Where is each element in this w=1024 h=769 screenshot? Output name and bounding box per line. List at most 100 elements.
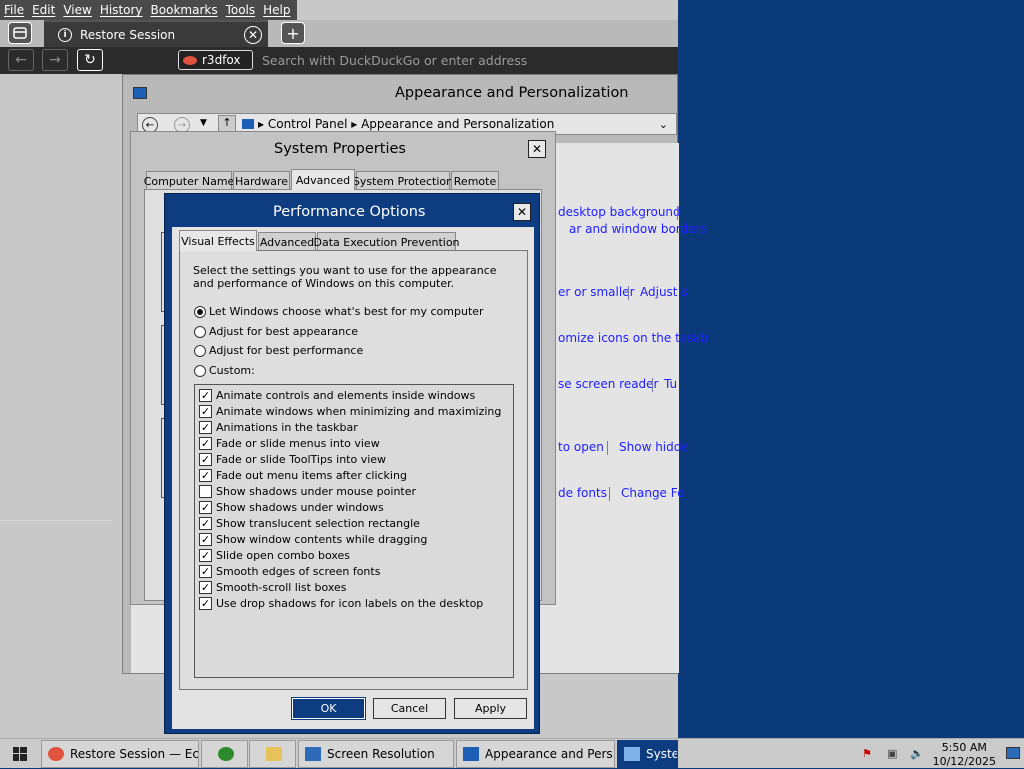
dialog-body: Visual Effects Advanced Data Execution P…: [172, 227, 534, 729]
crumb-control-panel[interactable]: Control Panel: [268, 117, 348, 131]
link-taskbar-icons[interactable]: omize icons on the taskb: [558, 331, 708, 345]
flag-warning-icon[interactable]: ⚑: [862, 747, 876, 761]
taskbar-item-screen-resolution[interactable]: Screen Resolution: [298, 740, 454, 768]
identity-label: r3dfox: [202, 53, 241, 67]
volume-muted-icon[interactable]: 🔈: [910, 747, 924, 761]
link-show-hidden[interactable]: Show hidde: [619, 440, 689, 454]
link-smaller[interactable]: er or smaller: [558, 285, 635, 299]
separator: [609, 487, 610, 501]
tab-list-icon[interactable]: [8, 22, 32, 44]
network-icon[interactable]: ▣: [887, 747, 901, 761]
effect-checkbox[interactable]: ✓ Show window contents while dragging: [199, 533, 427, 546]
effect-checkbox[interactable]: ✓ Show shadows under windows: [199, 501, 384, 514]
taskbar-item-label: Appearance and Pers...: [485, 747, 615, 761]
effect-label: Fade or slide menus into view: [216, 437, 380, 450]
identity-pill[interactable]: r3dfox: [178, 50, 253, 70]
radio-dot: [194, 305, 206, 318]
separator: [628, 286, 629, 300]
effect-checkbox[interactable]: ✓ Slide open combo boxes: [199, 549, 350, 562]
reload-icon[interactable]: ↻: [77, 49, 103, 71]
effects-list: ✓ Animate controls and elements inside wi…: [194, 384, 514, 678]
link-change-font[interactable]: Change Fo: [621, 486, 685, 500]
taskbar-item-globe[interactable]: [201, 740, 248, 768]
ok-button[interactable]: OK: [291, 697, 366, 720]
close-tab-icon[interactable]: ✕: [244, 26, 262, 44]
tab-advanced[interactable]: Advanced: [291, 169, 355, 190]
effect-label: Animate windows when minimizing and maxi…: [216, 405, 502, 418]
tab-hardware[interactable]: Hardware: [233, 171, 290, 190]
effect-label: Show translucent selection rectangle: [216, 517, 420, 530]
chevron-down-icon[interactable]: ⌄: [659, 118, 668, 131]
close-icon[interactable]: ✕: [513, 203, 531, 221]
menu-bookmarks[interactable]: Bookmarks: [151, 3, 218, 17]
radio-best-performance[interactable]: Adjust for best performance: [194, 344, 363, 357]
radio-let-windows-choose[interactable]: Let Windows choose what's best for my co…: [194, 305, 484, 318]
show-desktop-icon[interactable]: [1006, 747, 1020, 759]
effect-checkbox[interactable]: ✓ Animations in the taskbar: [199, 421, 358, 434]
radio-best-appearance[interactable]: Adjust for best appearance: [194, 325, 358, 338]
effect-checkbox[interactable]: ✓ Use drop shadows for icon labels on the…: [199, 597, 483, 610]
link-desktop-background[interactable]: desktop background: [558, 205, 681, 219]
tab-visual-effects[interactable]: Visual Effects: [179, 230, 257, 251]
menu-help[interactable]: Help: [263, 3, 290, 17]
menu-history[interactable]: History: [100, 3, 143, 17]
link-adjust[interactable]: Adjust s: [640, 285, 688, 299]
radio-custom[interactable]: Custom:: [194, 364, 255, 377]
separator: [677, 206, 678, 220]
separator: [652, 378, 653, 392]
effect-checkbox[interactable]: ✓ Fade or slide menus into view: [199, 437, 380, 450]
effect-checkbox[interactable]: Show shadows under mouse pointer: [199, 485, 416, 498]
checkmark-icon: ✓: [199, 421, 212, 434]
taskbar-item-label: Syster: [646, 747, 677, 761]
menu-edit[interactable]: Edit: [32, 3, 55, 17]
back-icon[interactable]: ←: [8, 49, 34, 71]
menu-tools[interactable]: Tools: [226, 3, 256, 17]
recent-pages-icon[interactable]: ▼: [200, 118, 207, 128]
link-screen-reader[interactable]: se screen reader: [558, 377, 659, 391]
link-fonts[interactable]: de fonts: [558, 486, 607, 500]
checkmark-icon: ✓: [199, 549, 212, 562]
effect-checkbox[interactable]: ✓ Animate windows when minimizing and max…: [199, 405, 501, 418]
menu-view[interactable]: View: [63, 3, 91, 17]
crumb-appearance[interactable]: Appearance and Personalization: [361, 117, 554, 131]
tab-advanced[interactable]: Advanced: [258, 232, 316, 251]
effect-checkbox[interactable]: ✓ Show translucent selection rectangle: [199, 517, 420, 530]
checkmark-icon: ✓: [199, 533, 212, 546]
tab-title: Restore Session: [80, 27, 176, 42]
taskbar-item-label: Screen Resolution: [327, 747, 435, 761]
forward-icon[interactable]: →: [42, 49, 68, 71]
taskbar-item-appearance[interactable]: Appearance and Pers...: [456, 740, 615, 768]
tab-data-execution-prevention[interactable]: Data Execution Prevention: [313, 232, 460, 251]
menu-file[interactable]: File: [4, 3, 24, 17]
apply-button[interactable]: Apply: [454, 698, 527, 719]
link-turn[interactable]: Tu: [664, 377, 677, 391]
windows-icon: [13, 747, 27, 761]
start-button[interactable]: [0, 739, 40, 769]
tab-system-protection[interactable]: System Protection: [353, 171, 453, 190]
link-to-open[interactable]: to open: [558, 440, 604, 454]
tab-restore-session[interactable]: i Restore Session ✕: [44, 20, 268, 47]
cancel-button[interactable]: Cancel: [373, 698, 446, 719]
tab-remote[interactable]: Remote: [451, 171, 499, 190]
effect-checkbox[interactable]: ✓ Fade out menu items after clicking: [199, 469, 407, 482]
link-window-borders[interactable]: ar and window borders: [569, 222, 707, 236]
taskbar-item-system[interactable]: Syster: [617, 740, 678, 768]
tab-computer-name[interactable]: Computer Name: [144, 171, 234, 190]
visual-effects-panel: Select the settings you want to use for …: [179, 250, 528, 690]
effect-checkbox[interactable]: ✓ Fade or slide ToolTips into view: [199, 453, 386, 466]
close-icon[interactable]: ✕: [528, 140, 546, 158]
effect-label: Slide open combo boxes: [216, 549, 351, 562]
effect-checkbox[interactable]: ✓ Smooth edges of screen fonts: [199, 565, 380, 578]
dialog-title: Performance Options: [273, 204, 426, 220]
effect-checkbox[interactable]: ✓ Animate controls and elements inside wi…: [199, 389, 475, 402]
address-bar[interactable]: Search with DuckDuckGo or enter address: [262, 53, 527, 68]
checkmark-icon: ✓: [199, 453, 212, 466]
taskbar-item-firefox[interactable]: Restore Session — Ec...: [41, 740, 199, 768]
effect-checkbox[interactable]: ✓ Smooth-scroll list boxes: [199, 581, 347, 594]
taskbar-item-explorer[interactable]: [249, 740, 296, 768]
clock[interactable]: 5:50 AM 10/12/2025: [933, 741, 996, 769]
new-tab-icon[interactable]: +: [281, 22, 305, 44]
radio-label: Adjust for best performance: [209, 344, 364, 357]
effect-label: Smooth-scroll list boxes: [216, 581, 347, 594]
checkmark-icon: ✓: [199, 405, 212, 418]
